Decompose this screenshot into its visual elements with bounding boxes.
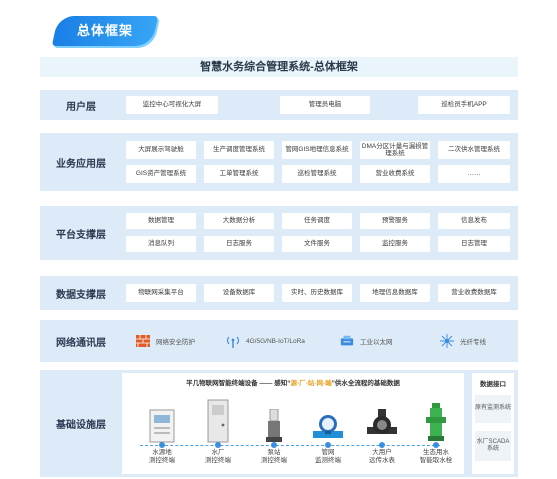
heading-highlight: 源-厂-站-网-端 [290, 380, 332, 387]
business-item: 营业收费系统 [360, 165, 430, 183]
device-label-line2: 监测终端 [315, 456, 341, 464]
network-item: 工业以太网 [340, 334, 393, 348]
infra-layer-label: 基础设施层 [56, 420, 106, 431]
platform-item: 日志管理 [438, 236, 510, 252]
device-label-line2: 智能取水栓 [419, 456, 453, 464]
timeline-dot [433, 442, 439, 448]
platform-item: 监控服务 [360, 236, 430, 252]
data-layer-label: 数据支撑层 [56, 289, 106, 301]
data-item: 地理信息数据库 [360, 284, 430, 302]
timeline-dot [159, 442, 165, 448]
network-item: 4G/5G/NB-IoT/LoRa [226, 334, 305, 348]
business-item: 巡检管理系统 [282, 165, 352, 183]
user-item: 管理员电脑 [280, 96, 370, 114]
section-tag: 总体框架 [51, 16, 159, 46]
platform-item: 数据管理 [126, 213, 196, 229]
platform-item: 预警服务 [360, 213, 430, 229]
timeline-dot [325, 442, 331, 448]
business-layer-label: 业务应用层 [56, 158, 106, 170]
platform-item: 大数据分析 [204, 213, 274, 229]
user-item: 巡检员手机APP [418, 96, 510, 114]
signal-icon [226, 334, 240, 348]
device-label-line1: 大用户 [372, 449, 392, 456]
device-label-line1: 泵站 [267, 449, 281, 456]
pipe-meter-icon [308, 397, 348, 443]
device-timeline [140, 445, 440, 446]
device-label: 管网 监测终端 [306, 449, 350, 465]
pump-station-icon [254, 397, 294, 443]
user-layer: 用户层 监控中心可视化大屏 管理员电脑 巡检员手机APP [40, 90, 518, 120]
platform-item: 消息队列 [126, 236, 196, 252]
interface-item: 水厂SCADA系统 [475, 431, 511, 461]
device-label: 大用户 远传水表 [360, 449, 404, 465]
tag-arrows-icon: ››› [128, 38, 134, 47]
platform-layer-label: 平台支撑层 [56, 229, 106, 241]
platform-item: 任务调度 [282, 213, 352, 229]
platform-item: 信息发布 [438, 213, 510, 229]
heading-prefix: 平几物联网智能终端设备 —— 感知“ [186, 380, 291, 387]
network-item-label: 光纤专线 [460, 339, 486, 346]
business-layer: 业务应用层 大屏展示驾驶舱 生产调度管理系统 管网GIS地理信息系统 DMA分区… [40, 133, 518, 191]
device-label-line2: 测控终端 [205, 456, 231, 464]
data-item: 设备数据库 [204, 284, 274, 302]
network-layer: 网络通讯层 网络安全防护 4G/5G/NB-IoT/LoRa 工业以太网 光纤专… [40, 320, 518, 362]
business-item: 生产调度管理系统 [204, 141, 274, 159]
device-panel: 平几物联网智能终端设备 —— 感知“源-厂-站-网-端”供水全流程的基础数据 水… [122, 373, 464, 474]
network-item: 光纤专线 [440, 334, 486, 348]
network-hub-icon [440, 334, 454, 348]
network-item-label: 工业以太网 [360, 339, 393, 346]
diagram-title: 智慧水务综合管理系统-总体框架 [40, 57, 518, 77]
data-item: 营业收费数据库 [438, 284, 510, 302]
business-item: 二次供水管理系统 [438, 141, 510, 159]
hydrant-icon [416, 397, 456, 443]
platform-item: 日志服务 [204, 236, 274, 252]
network-item: 网络安全防护 [136, 334, 195, 348]
network-layer-label: 网络通讯层 [56, 337, 106, 349]
device-label-line2: 测控终端 [261, 456, 287, 464]
user-item: 监控中心可视化大屏 [126, 96, 218, 114]
platform-item: 文件服务 [282, 236, 352, 252]
device-label: 水厂 测控终端 [196, 449, 240, 465]
tag-label: 总体框架 [76, 23, 133, 38]
device-label: 生态用水 智能取水栓 [414, 449, 458, 465]
user-layer-label: 用户层 [66, 101, 96, 113]
device-label-line2: 测控终端 [149, 456, 175, 464]
timeline-dot [215, 442, 221, 448]
device-label-line1: 水源地 [152, 449, 172, 456]
business-item: 工单管理系统 [204, 165, 274, 183]
device-label-line2: 远传水表 [369, 456, 395, 464]
infra-layer: 基础设施层 平几物联网智能终端设备 —— 感知“源-厂-站-网-端”供水全流程的… [40, 370, 518, 477]
device-label: 泵站 测控终端 [252, 449, 296, 465]
platform-layer: 平台支撑层 数据管理 大数据分析 任务调度 预警服务 信息发布 消息队列 日志服… [40, 206, 518, 260]
business-item: 大屏展示驾驶舱 [126, 141, 196, 159]
business-item: 管网GIS地理信息系统 [282, 141, 352, 159]
ethernet-icon [340, 334, 354, 348]
business-item: DMA分区计量与漏损管理系统 [360, 141, 430, 159]
interface-item: 原有监测系统 [475, 395, 511, 423]
data-interface-title: 数据接口 [480, 381, 506, 388]
control-cabinet-icon [198, 397, 238, 443]
data-interface-panel: 数据接口 原有监测系统 水厂SCADA系统 [472, 373, 514, 474]
data-item: 物联网采集平台 [126, 284, 196, 302]
business-item: GIS资产管理系统 [126, 165, 196, 183]
cabinet-icon [142, 397, 182, 443]
device-label-line1: 生态用水 [423, 449, 449, 456]
data-item: 实时、历史数据库 [282, 284, 352, 302]
heading-suffix: ”供水全流程的基础数据 [331, 380, 400, 387]
firewall-icon [136, 334, 150, 348]
device-panel-heading: 平几物联网智能终端设备 —— 感知“源-厂-站-网-端”供水全流程的基础数据 [122, 377, 464, 387]
network-item-label: 4G/5G/NB-IoT/LoRa [246, 337, 305, 345]
device-label: 水源地 测控终端 [140, 449, 184, 465]
network-item-label: 网络安全防护 [156, 339, 195, 346]
device-label-line1: 管网 [321, 449, 335, 456]
timeline-dot [271, 442, 277, 448]
business-item: …… [438, 165, 510, 183]
data-layer: 数据支撑层 物联网采集平台 设备数据库 实时、历史数据库 地理信息数据库 营业收… [40, 276, 518, 310]
device-label-line1: 水厂 [211, 449, 225, 456]
timeline-dot [379, 442, 385, 448]
water-meter-icon [362, 397, 402, 443]
